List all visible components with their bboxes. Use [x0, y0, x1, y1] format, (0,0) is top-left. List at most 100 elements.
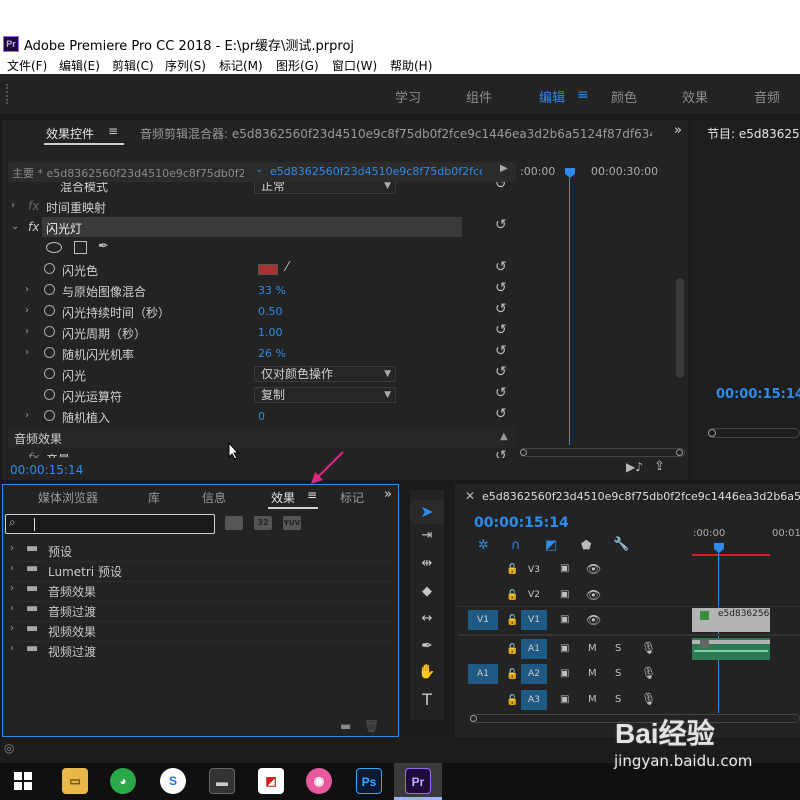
reset-icon[interactable]: ↺: [495, 406, 507, 422]
fx-toggle-icon[interactable]: fx: [28, 220, 39, 234]
menu-marker[interactable]: 标记(M): [219, 57, 263, 74]
program-timecode[interactable]: 00:00:15:14: [716, 387, 800, 402]
reset-icon[interactable]: ↺: [495, 182, 507, 192]
collapse-section-icon[interactable]: ▲: [500, 431, 508, 442]
effects-search-input[interactable]: [5, 514, 215, 534]
type-tool-icon[interactable]: T: [410, 690, 444, 709]
track-v2[interactable]: V2: [521, 585, 547, 605]
solo-button[interactable]: S: [615, 694, 621, 705]
eye-icon[interactable]: 👁: [586, 613, 601, 627]
expand-chevron-icon[interactable]: ›: [25, 326, 29, 337]
expand-chevron-icon[interactable]: ›: [11, 200, 15, 211]
track-v3[interactable]: V3: [521, 560, 547, 580]
menu-graphics[interactable]: 图形(G): [276, 57, 319, 74]
ellipse-mask-icon[interactable]: [46, 242, 62, 253]
pen-mask-icon[interactable]: ✒: [98, 239, 109, 254]
hand-tool-icon[interactable]: ✋: [410, 664, 444, 680]
track-select-tool-icon[interactable]: ⇥: [410, 528, 444, 543]
menu-help[interactable]: 帮助(H): [390, 57, 432, 74]
workspace-editing[interactable]: 编辑: [539, 87, 565, 106]
folder-video-effects[interactable]: › ▬ 视频效果: [10, 621, 395, 642]
stopwatch-icon[interactable]: [44, 284, 55, 295]
reset-icon[interactable]: ↺: [495, 364, 507, 380]
expand-chevron-icon[interactable]: ›: [25, 284, 29, 295]
folder-presets[interactable]: › ▬ 预设: [10, 541, 395, 562]
slip-tool-icon[interactable]: ↔: [410, 611, 444, 626]
stopwatch-icon[interactable]: [44, 263, 55, 274]
expand-chevron-icon[interactable]: ›: [25, 410, 29, 421]
sync-lock-icon[interactable]: ▣: [560, 563, 569, 574]
32bit-filter-button[interactable]: 32: [254, 516, 272, 530]
microphone-icon[interactable]: 🎙: [641, 641, 656, 655]
workspace-learn[interactable]: 学习: [395, 87, 421, 106]
photoshop-icon[interactable]: Ps: [356, 768, 382, 794]
delete-icon[interactable]: 🗑: [364, 719, 379, 733]
stopwatch-icon[interactable]: [44, 410, 55, 421]
yuv-filter-button[interactable]: YUV: [283, 516, 301, 530]
flash-color-swatch[interactable]: [258, 264, 278, 275]
close-sequence-icon[interactable]: ✕: [465, 489, 475, 503]
property-value[interactable]: 1.00: [258, 326, 283, 339]
sequence-clip-label[interactable]: e5d8362560f23d4510e9c8f75db0f2fce9c14...: [270, 165, 482, 178]
solo-button[interactable]: S: [615, 668, 621, 679]
eye-icon[interactable]: 👁: [586, 588, 601, 602]
workspace-audio[interactable]: 音频: [754, 87, 780, 106]
panel-overflow-icon[interactable]: »: [384, 487, 392, 502]
filter-audio-icon[interactable]: ▶♪: [626, 460, 643, 474]
timeline-timecode[interactable]: 00:00:15:14: [474, 515, 569, 531]
rectangle-mask-icon[interactable]: [74, 241, 87, 254]
source-patch-a1[interactable]: A1: [468, 664, 498, 684]
accelerated-effects-filter-icon[interactable]: [225, 516, 243, 530]
lock-icon[interactable]: 🔓: [506, 695, 518, 706]
play-clip-icon[interactable]: ▶: [500, 163, 508, 174]
windows-start-icon[interactable]: [14, 772, 32, 790]
workspace-assembly[interactable]: 组件: [466, 87, 492, 106]
tab-audio-clip-mixer[interactable]: 音频剪辑混合器: e5d8362560f23d4510e9c8f75db0f2f…: [140, 125, 652, 142]
wechat-icon[interactable]: ◕: [110, 768, 136, 794]
new-bin-icon[interactable]: ▬: [340, 719, 351, 733]
solo-button[interactable]: S: [615, 643, 621, 654]
folder-audio-effects[interactable]: › ▬ 音频效果: [10, 581, 395, 602]
expand-chevron-icon[interactable]: ›: [10, 563, 14, 574]
terminal-icon[interactable]: ▬: [209, 768, 235, 794]
property-value[interactable]: 33 %: [258, 284, 286, 297]
media-app-icon[interactable]: ◩: [258, 768, 284, 794]
sync-lock-icon[interactable]: ▣: [560, 643, 569, 654]
sequence-tab[interactable]: e5d8362560f23d4510e9c8f75db0f2fce9c1446e…: [482, 490, 800, 503]
sync-lock-icon[interactable]: ▣: [560, 589, 569, 600]
folder-lumetri-presets[interactable]: › ▬ Lumetri 预设: [10, 561, 395, 582]
sync-lock-icon[interactable]: ▣: [560, 694, 569, 705]
zoom-handle-right[interactable]: [676, 449, 683, 456]
tab-media-browser[interactable]: 媒体浏览器: [38, 489, 98, 506]
collapse-chevron-icon[interactable]: ⌄: [11, 221, 19, 232]
property-value[interactable]: 0: [258, 410, 265, 423]
eyedropper-icon[interactable]: ⁄: [286, 260, 288, 275]
mute-button[interactable]: M: [588, 643, 597, 654]
program-monitor-title[interactable]: 节目: e5d8362560: [707, 125, 800, 142]
workspace-color[interactable]: 颜色: [611, 87, 637, 106]
snap-icon[interactable]: ∩: [511, 538, 521, 553]
clip-dropdown-icon[interactable]: ⌄: [255, 164, 263, 175]
menu-sequence[interactable]: 序列(S): [165, 57, 206, 74]
stopwatch-icon[interactable]: [44, 347, 55, 358]
track-a2[interactable]: A2: [521, 664, 547, 684]
track-v1[interactable]: V1: [521, 610, 547, 630]
pen-tool-icon[interactable]: ✒: [410, 638, 444, 654]
expand-chevron-icon[interactable]: ›: [10, 623, 14, 634]
razor-tool-icon[interactable]: ◆: [410, 584, 444, 599]
panel-menu-icon[interactable]: ≡: [108, 124, 118, 138]
tab-markers[interactable]: 标记: [340, 489, 364, 506]
master-clip-label[interactable]: 主要 * e5d8362560f23d4510e9c8f75db0f2fce..…: [12, 165, 244, 181]
folder-audio-transitions[interactable]: › ▬ 音频过渡: [10, 601, 395, 622]
ripple-edit-tool-icon[interactable]: ⇹: [410, 556, 444, 571]
stopwatch-icon[interactable]: [44, 326, 55, 337]
collapse-chevron-icon[interactable]: ⌄: [11, 452, 19, 458]
expand-chevron-icon[interactable]: ›: [10, 603, 14, 614]
expand-chevron-icon[interactable]: ›: [10, 543, 14, 554]
browser-icon[interactable]: S: [160, 768, 186, 794]
stopwatch-icon[interactable]: [44, 305, 55, 316]
lock-icon[interactable]: 🔓: [506, 564, 518, 575]
reset-icon[interactable]: ↺: [495, 343, 507, 359]
color-app-icon[interactable]: ◉: [306, 768, 332, 794]
horizontal-zoom-bar[interactable]: [520, 448, 685, 457]
